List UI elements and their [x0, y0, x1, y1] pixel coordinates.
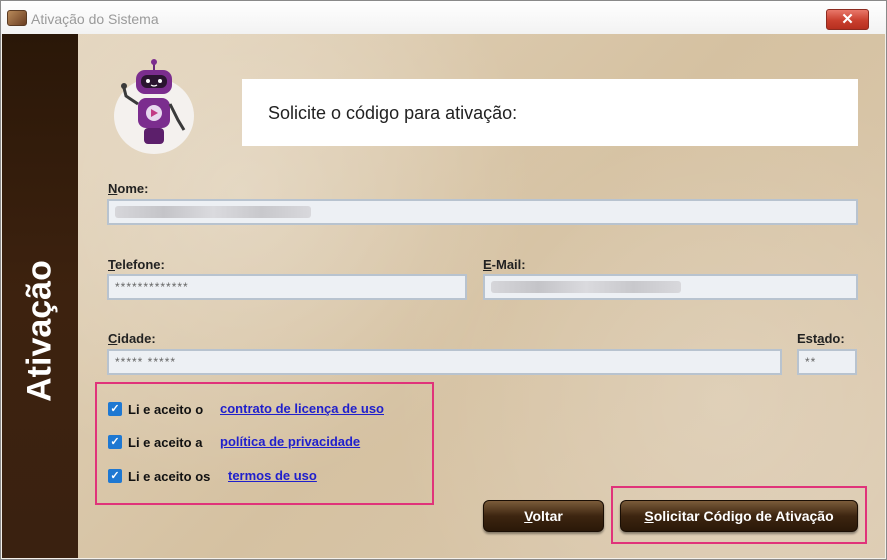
- cidade-label: Cidade:: [108, 331, 156, 346]
- close-button[interactable]: ✕: [826, 9, 869, 30]
- nome-redacted-value: [115, 206, 311, 218]
- telefone-label: Telefone:: [108, 257, 165, 272]
- check-icon[interactable]: ✓: [108, 435, 122, 449]
- solicitar-codigo-button[interactable]: Solicitar Código de Ativação: [620, 500, 858, 532]
- sidebar-banner: Ativação: [2, 34, 78, 558]
- agreement-text-privacy: Li e aceito a: [128, 435, 203, 450]
- cidade-field[interactable]: ***** *****: [107, 349, 782, 375]
- privacy-link[interactable]: política de privacidade: [220, 434, 360, 449]
- window-title: Ativação do Sistema: [31, 11, 159, 27]
- robot-mascot-icon: [114, 59, 194, 154]
- agreement-text-license: Li e aceito o: [128, 402, 204, 417]
- license-link[interactable]: contrato de licença de uso: [220, 401, 384, 416]
- email-redacted-value: [491, 281, 681, 293]
- app-icon: [7, 10, 27, 26]
- nome-field[interactable]: [107, 199, 858, 225]
- email-label: E-Mail:: [483, 257, 526, 272]
- estado-field[interactable]: **: [797, 349, 857, 375]
- check-icon[interactable]: ✓: [108, 469, 122, 483]
- telefone-field[interactable]: *************: [107, 274, 467, 300]
- check-icon[interactable]: ✓: [108, 402, 122, 416]
- nome-label: Nome:: [108, 181, 149, 196]
- terms-link[interactable]: termos de uso: [228, 468, 317, 483]
- email-field[interactable]: [483, 274, 858, 300]
- title-bar: Ativação do Sistema ✕: [1, 1, 886, 35]
- estado-label: Estado:: [797, 331, 845, 346]
- voltar-button[interactable]: Voltar: [483, 500, 604, 532]
- agreement-text-terms: Li e aceito os: [128, 469, 211, 484]
- header-title: Solicite o código para ativação:: [268, 103, 518, 123]
- sidebar-label: Ativação: [20, 260, 59, 402]
